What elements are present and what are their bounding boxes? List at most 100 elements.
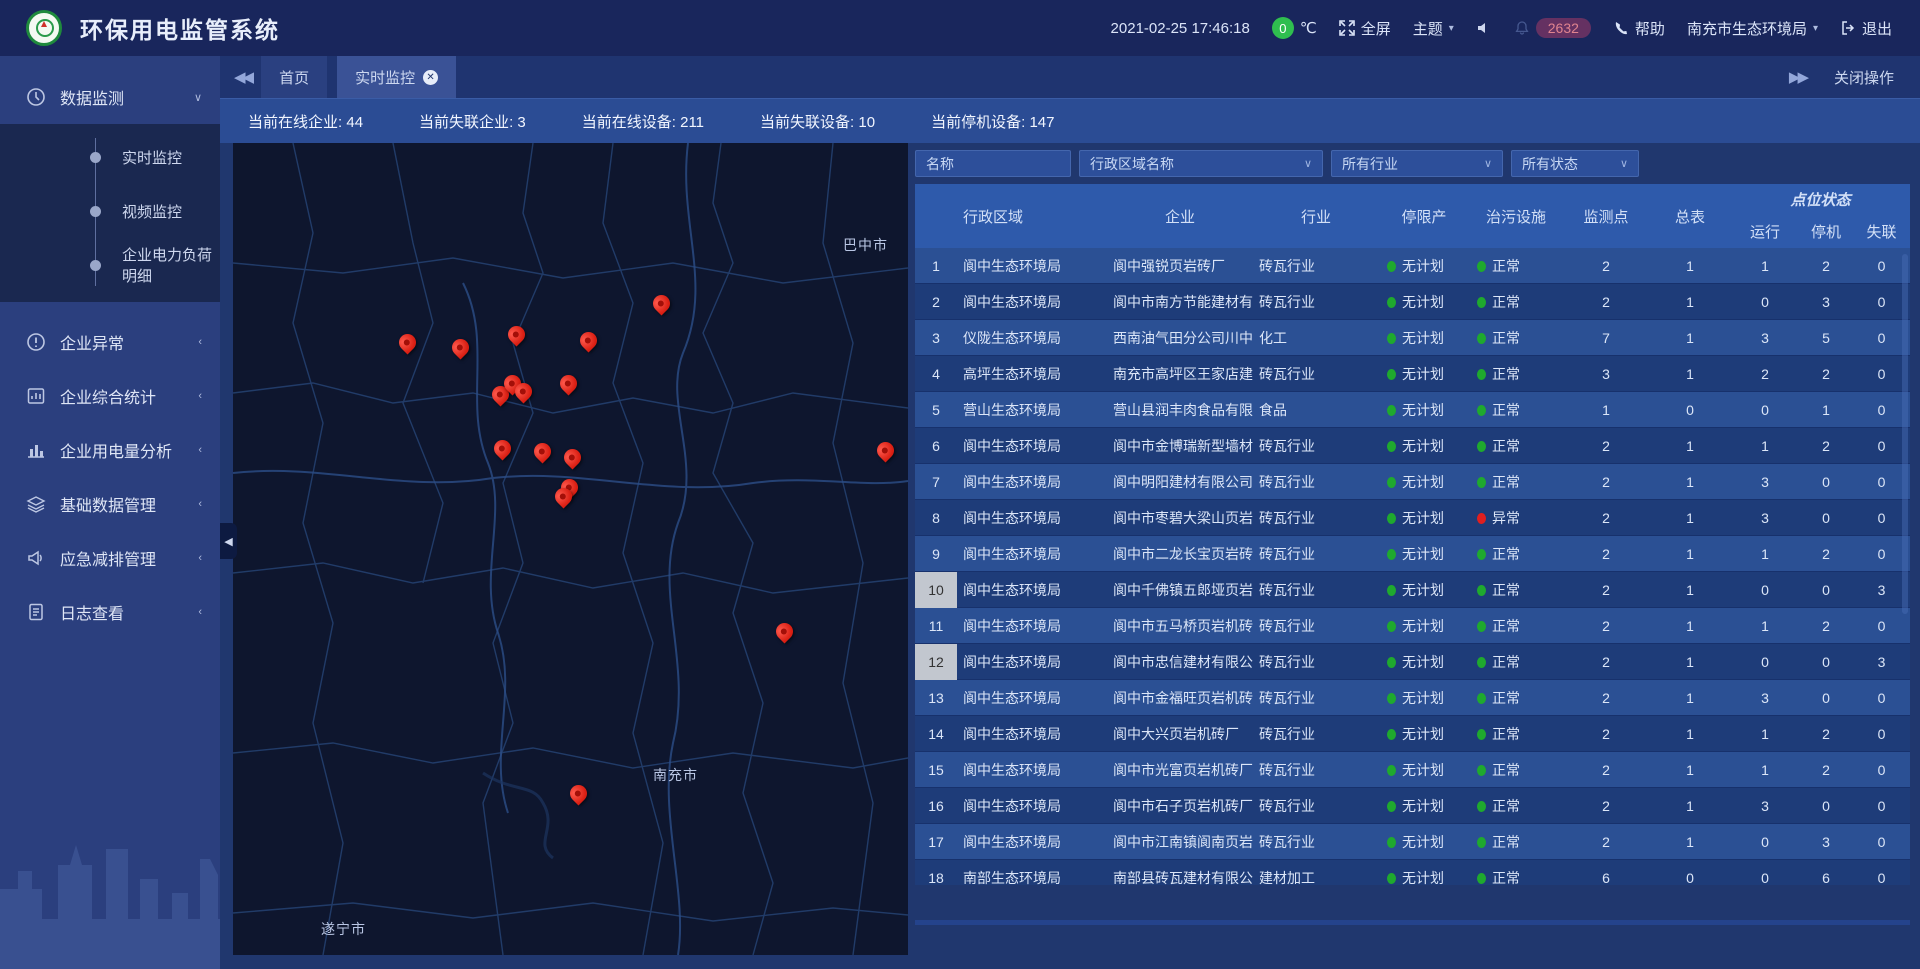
sidebar-item-realtime-monitoring[interactable]: 实时监控 [0,130,220,184]
stat-item: 当前失联企业: 3 [419,111,526,132]
cell-limit-status: 无计划 [1379,688,1469,708]
table-row[interactable]: 13 阆中生态环境局 阆中市金福旺页岩机砖 砖瓦行业 无计划 正常 2 [915,680,1910,716]
sidebar-item-power-usage-analysis[interactable]: 企业用电量分析 ‹ [0,423,220,477]
name-filter-input[interactable]: 名称 [915,150,1071,177]
table-row[interactable]: 10 阆中生态环境局 阆中千佛镇五郎垭页岩 砖瓦行业 无计划 正常 2 [915,572,1910,608]
cell-limit-status: 无计划 [1379,544,1469,564]
org-menu[interactable]: 南充市生态环境局 ▾ [1687,18,1818,39]
cell-limit-status: 无计划 [1379,796,1469,816]
temperature: 0 ℃ [1272,17,1317,39]
cell-monitor-count: 3 [1563,366,1649,382]
layers-icon [26,494,46,514]
cell-stop-count: 0 [1799,654,1853,670]
cell-meter-count: 1 [1649,510,1731,526]
cell-meter-count: 0 [1649,402,1731,418]
cell-limit-status: 无计划 [1379,508,1469,528]
chevron-down-icon: ▾ [1813,23,1818,34]
table-row[interactable]: 4 高坪生态环境局 南充市高坪区王家店建 砖瓦行业 无计划 正常 3 [915,356,1910,392]
table-row[interactable]: 16 阆中生态环境局 阆中市石子页岩机砖厂 砖瓦行业 无计划 正常 2 [915,788,1910,824]
cell-stop-count: 3 [1799,294,1853,310]
table-row[interactable]: 11 阆中生态环境局 阆中市五马桥页岩机砖 砖瓦行业 无计划 正常 2 [915,608,1910,644]
table-scrollbar[interactable] [1902,254,1908,614]
cell-facility-status: 正常 [1469,544,1563,564]
cell-run-count: 3 [1731,510,1799,526]
cell-limit-status: 无计划 [1379,652,1469,672]
table-row[interactable]: 14 阆中生态环境局 阆中大兴页岩机砖厂 砖瓦行业 无计划 正常 2 [915,716,1910,752]
col-rownum [915,184,957,248]
cell-run-count: 0 [1731,294,1799,310]
status-dot-icon [1387,297,1396,308]
cell-facility-status: 正常 [1469,580,1563,600]
cell-limit-status: 无计划 [1379,400,1469,420]
help-button[interactable]: 帮助 [1613,18,1665,39]
status-dot-icon [1477,801,1486,812]
tabs-scroll-left-icon[interactable]: ◀◀ [234,68,251,86]
table-row[interactable]: 12 阆中生态环境局 阆中市忠信建材有限公 砖瓦行业 无计划 正常 2 [915,644,1910,680]
notifications[interactable]: 2632 [1514,18,1591,38]
table-row[interactable]: 18 南部生态环境局 南部县砖瓦建材有限公 建材加工 无计划 正常 6 [915,860,1910,885]
cell-rownum: 10 [915,572,957,608]
chevron-left-icon: ‹ [198,606,202,618]
cell-stop-count: 2 [1799,366,1853,382]
sidebar-collapse-handle[interactable]: ◀ [220,523,237,559]
cell-facility-status: 正常 [1469,616,1563,636]
sidebar-item-enterprise-abnormal[interactable]: 企业异常 ‹ [0,315,220,369]
sidebar-item-log-view[interactable]: 日志查看 ‹ [0,585,220,639]
table-row[interactable]: 3 仪陇生态环境局 西南油气田分公司川中 化工 无计划 正常 7 [915,320,1910,356]
logout-button[interactable]: 退出 [1840,18,1892,39]
sidebar-item-data-monitoring[interactable]: 数据监测 ∨ [0,70,220,124]
table-row[interactable]: 8 阆中生态环境局 阆中市枣碧大梁山页岩 砖瓦行业 无计划 异常 2 [915,500,1910,536]
cell-meter-count: 1 [1649,366,1731,382]
cell-limit-status: 无计划 [1379,364,1469,384]
status-dot-icon [1477,477,1486,488]
cell-stop-count: 0 [1799,510,1853,526]
tab-bar: ◀◀ 首页 实时监控 ✕ ▶▶ 关闭操作 [220,56,1920,98]
fullscreen-button[interactable]: 全屏 [1339,18,1391,39]
megaphone-icon [26,548,46,568]
table-row[interactable]: 6 阆中生态环境局 阆中市金博瑞新型墙材 砖瓦行业 无计划 正常 2 [915,428,1910,464]
sidebar-item-video-monitoring[interactable]: 视频监控 [0,184,220,238]
cell-industry: 砖瓦行业 [1253,688,1379,708]
status-dot-icon [1477,873,1486,884]
cell-rownum: 2 [915,284,957,320]
cell-industry: 砖瓦行业 [1253,832,1379,852]
status-filter-select[interactable]: 所有状态 ∨ [1511,150,1639,177]
theme-menu[interactable]: 主题 ▾ [1413,18,1454,39]
status-dot-icon [1387,621,1396,632]
cell-run-count: 3 [1731,690,1799,706]
cell-company: 西南油气田分公司川中 [1107,328,1253,348]
sidebar-item-enterprise-statistics[interactable]: 企业综合统计 ‹ [0,369,220,423]
bell-icon [1514,20,1530,36]
table-row[interactable]: 1 阆中生态环境局 阆中强锐页岩砖厂 砖瓦行业 无计划 正常 2 [915,248,1910,284]
table-row[interactable]: 2 阆中生态环境局 阆中市南方节能建材有 砖瓦行业 无计划 正常 2 [915,284,1910,320]
close-operations-button[interactable]: 关闭操作 [1834,67,1894,88]
table-row[interactable]: 15 阆中生态环境局 阆中市光富页岩机砖厂 砖瓦行业 无计划 正常 2 [915,752,1910,788]
chevron-down-icon: ▾ [1449,23,1454,34]
cell-limit-status: 无计划 [1379,292,1469,312]
sidebar-item-base-data-management[interactable]: 基础数据管理 ‹ [0,477,220,531]
status-dot-icon [1387,837,1396,848]
cell-company: 南充市高坪区王家店建 [1107,364,1253,384]
status-dot-icon [1477,261,1486,272]
tab-home[interactable]: 首页 [261,56,327,98]
table-row[interactable]: 5 营山生态环境局 营山县润丰肉食品有限 食品 无计划 正常 1 [915,392,1910,428]
chevron-left-icon: ‹ [198,498,202,510]
table-row[interactable]: 17 阆中生态环境局 阆中市江南镇阆南页岩 砖瓦行业 无计划 正常 2 [915,824,1910,860]
sidebar-item-emergency-reduction[interactable]: 应急减排管理 ‹ [0,531,220,585]
col-meter: 总表 [1649,184,1731,248]
map-panel[interactable]: 巴中市 南充市 遂宁市 [233,143,908,955]
cell-rownum: 4 [915,356,957,392]
tab-realtime-monitoring[interactable]: 实时监控 ✕ [337,56,456,98]
tabs-scroll-right-icon[interactable]: ▶▶ [1789,68,1806,86]
cell-monitor-count: 1 [1563,402,1649,418]
table-row[interactable]: 7 阆中生态环境局 阆中明阳建材有限公司 砖瓦行业 无计划 正常 2 [915,464,1910,500]
region-filter-select[interactable]: 行政区域名称 ∨ [1079,150,1323,177]
industry-filter-select[interactable]: 所有行业 ∨ [1331,150,1503,177]
sidebar-item-power-load-detail[interactable]: 企业电力负荷明细 [0,238,220,292]
status-dot-icon [1387,657,1396,668]
table-row[interactable]: 9 阆中生态环境局 阆中市二龙长宝页岩砖 砖瓦行业 无计划 正常 2 [915,536,1910,572]
cell-monitor-count: 7 [1563,330,1649,346]
close-tab-icon[interactable]: ✕ [423,70,438,85]
sound-toggle[interactable] [1476,20,1492,36]
cell-facility-status: 正常 [1469,796,1563,816]
